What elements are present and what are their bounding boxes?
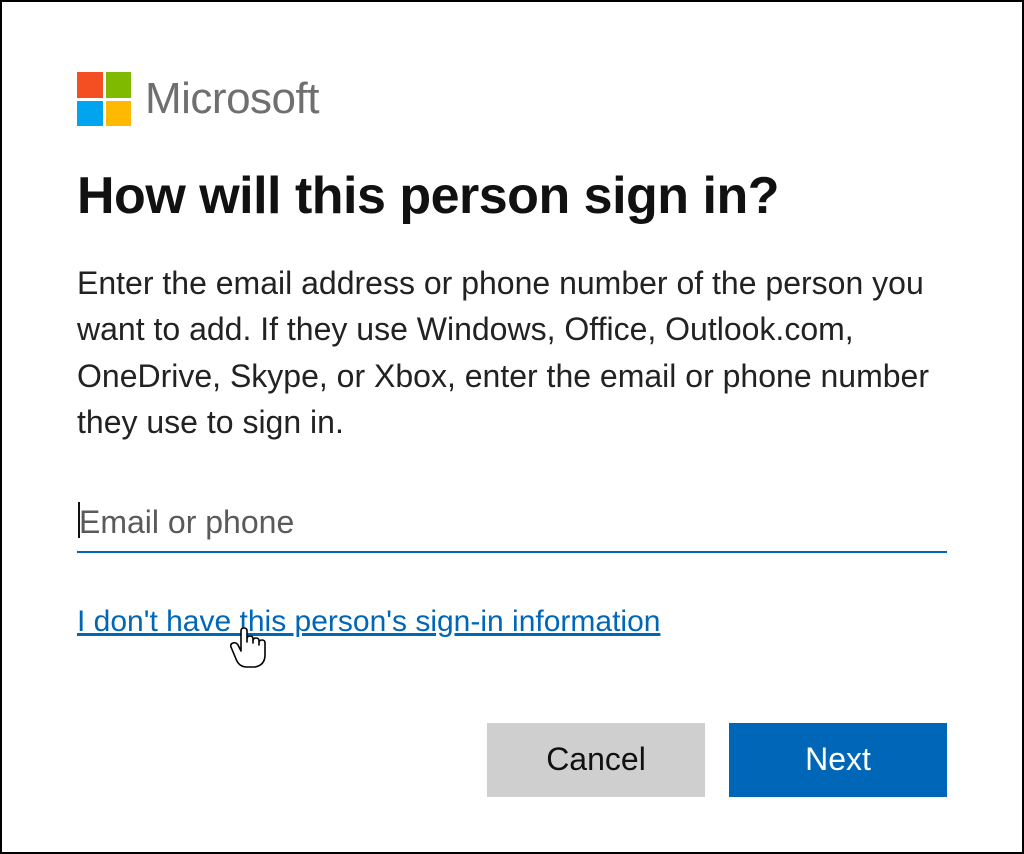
- no-signin-info-link[interactable]: I don't have this person's sign-in infor…: [77, 605, 660, 638]
- cancel-button[interactable]: Cancel: [487, 723, 705, 797]
- button-row: Cancel Next: [77, 723, 947, 797]
- email-or-phone-input[interactable]: [77, 498, 947, 553]
- microsoft-logo-icon: [77, 72, 131, 126]
- next-button[interactable]: Next: [729, 723, 947, 797]
- description-text: Enter the email address or phone number …: [77, 260, 947, 446]
- email-field-wrap: [77, 498, 947, 553]
- signin-dialog: Microsoft How will this person sign in? …: [0, 0, 1024, 854]
- link-row: I don't have this person's sign-in infor…: [77, 605, 947, 639]
- brand-name: Microsoft: [145, 74, 319, 124]
- brand-row: Microsoft: [77, 72, 947, 126]
- page-title: How will this person sign in?: [77, 166, 947, 226]
